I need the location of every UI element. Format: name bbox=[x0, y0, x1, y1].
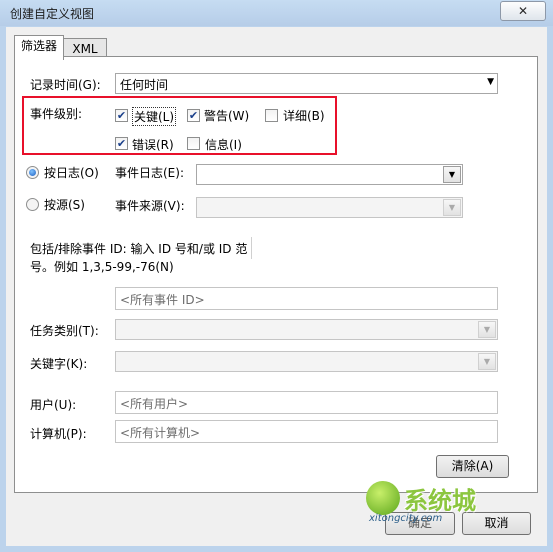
chevron-down-icon: ▼ bbox=[478, 353, 496, 370]
tab-xml-label: XML bbox=[72, 42, 98, 56]
event-id-field[interactable]: <所有事件 ID> bbox=[115, 287, 498, 310]
chevron-down-icon: ▼ bbox=[478, 321, 496, 338]
chevron-down-icon: ▼ bbox=[443, 166, 461, 183]
critical-label: 关键(L) bbox=[132, 107, 177, 126]
event-id-description-line1: 包括/排除事件 ID: 输入 ID 号和/或 ID 范 bbox=[30, 242, 248, 256]
tab-filter[interactable]: 筛选器 bbox=[14, 35, 64, 60]
error-label: 错误(R) bbox=[132, 138, 174, 152]
watermark: 系统城 xitongcity.com bbox=[366, 479, 516, 527]
critical-checkbox[interactable]: ✔ bbox=[115, 109, 128, 122]
keywords-select[interactable]: ▼ bbox=[115, 351, 498, 372]
information-label: 信息(I) bbox=[205, 138, 242, 152]
error-checkbox[interactable]: ✔ bbox=[115, 137, 128, 150]
chevron-down-icon: ▼ bbox=[443, 199, 461, 216]
warning-label: 警告(W) bbox=[204, 109, 250, 123]
by-source-radio[interactable] bbox=[26, 198, 39, 211]
clear-button-label: 清除(A) bbox=[451, 459, 494, 473]
highlight-box bbox=[22, 96, 337, 155]
user-label: 用户(U): bbox=[30, 398, 77, 412]
event-logs-select[interactable]: ▼ bbox=[196, 164, 463, 185]
computer-placeholder: <所有计算机> bbox=[120, 426, 201, 440]
event-id-placeholder: <所有事件 ID> bbox=[120, 293, 205, 307]
computer-label: 计算机(P): bbox=[30, 427, 87, 441]
close-icon: ✕ bbox=[517, 4, 529, 18]
clear-button[interactable]: 清除(A) bbox=[436, 455, 509, 478]
logged-label: 记录时间(G): bbox=[30, 78, 101, 92]
event-sources-label: 事件来源(V): bbox=[115, 199, 185, 213]
information-checkbox[interactable] bbox=[187, 137, 200, 150]
window-title: 创建自定义视图 bbox=[10, 7, 95, 21]
verbose-label: 详细(B) bbox=[283, 109, 325, 123]
event-logs-label: 事件日志(E): bbox=[115, 166, 184, 180]
by-log-label: 按日志(O) bbox=[44, 166, 99, 180]
event-id-description-line2: 号。例如 1,3,5-99,-76(N) bbox=[30, 260, 174, 274]
by-log-radio[interactable] bbox=[26, 166, 39, 179]
title-bar[interactable]: 创建自定义视图 ✕ bbox=[0, 0, 553, 26]
task-category-label: 任务类别(T): bbox=[30, 324, 99, 338]
watermark-domain: xitongcity.com bbox=[369, 513, 443, 524]
watermark-logo-icon bbox=[366, 481, 400, 515]
logged-select[interactable]: 任何时间 ▼ bbox=[115, 73, 498, 94]
watermark-brand: 系统城 bbox=[404, 487, 476, 515]
task-category-select[interactable]: ▼ bbox=[115, 319, 498, 340]
dialog-window: 创建自定义视图 ✕ 筛选器 XML 记录时间(G): 任何时间 ▼ 事件级别: … bbox=[0, 0, 553, 552]
user-placeholder: <所有用户> bbox=[120, 397, 189, 411]
warning-checkbox[interactable]: ✔ bbox=[187, 109, 200, 122]
divider bbox=[251, 237, 252, 259]
close-button[interactable]: ✕ bbox=[500, 1, 546, 21]
by-source-label: 按源(S) bbox=[44, 198, 85, 212]
event-sources-select[interactable]: ▼ bbox=[196, 197, 463, 218]
logged-value: 任何时间 bbox=[120, 78, 169, 92]
computer-field[interactable]: <所有计算机> bbox=[115, 420, 498, 443]
tab-filter-label: 筛选器 bbox=[20, 39, 57, 53]
user-field[interactable]: <所有用户> bbox=[115, 391, 498, 414]
keywords-label: 关键字(K): bbox=[30, 357, 88, 371]
verbose-checkbox[interactable] bbox=[265, 109, 278, 122]
chevron-down-icon: ▼ bbox=[487, 77, 494, 87]
